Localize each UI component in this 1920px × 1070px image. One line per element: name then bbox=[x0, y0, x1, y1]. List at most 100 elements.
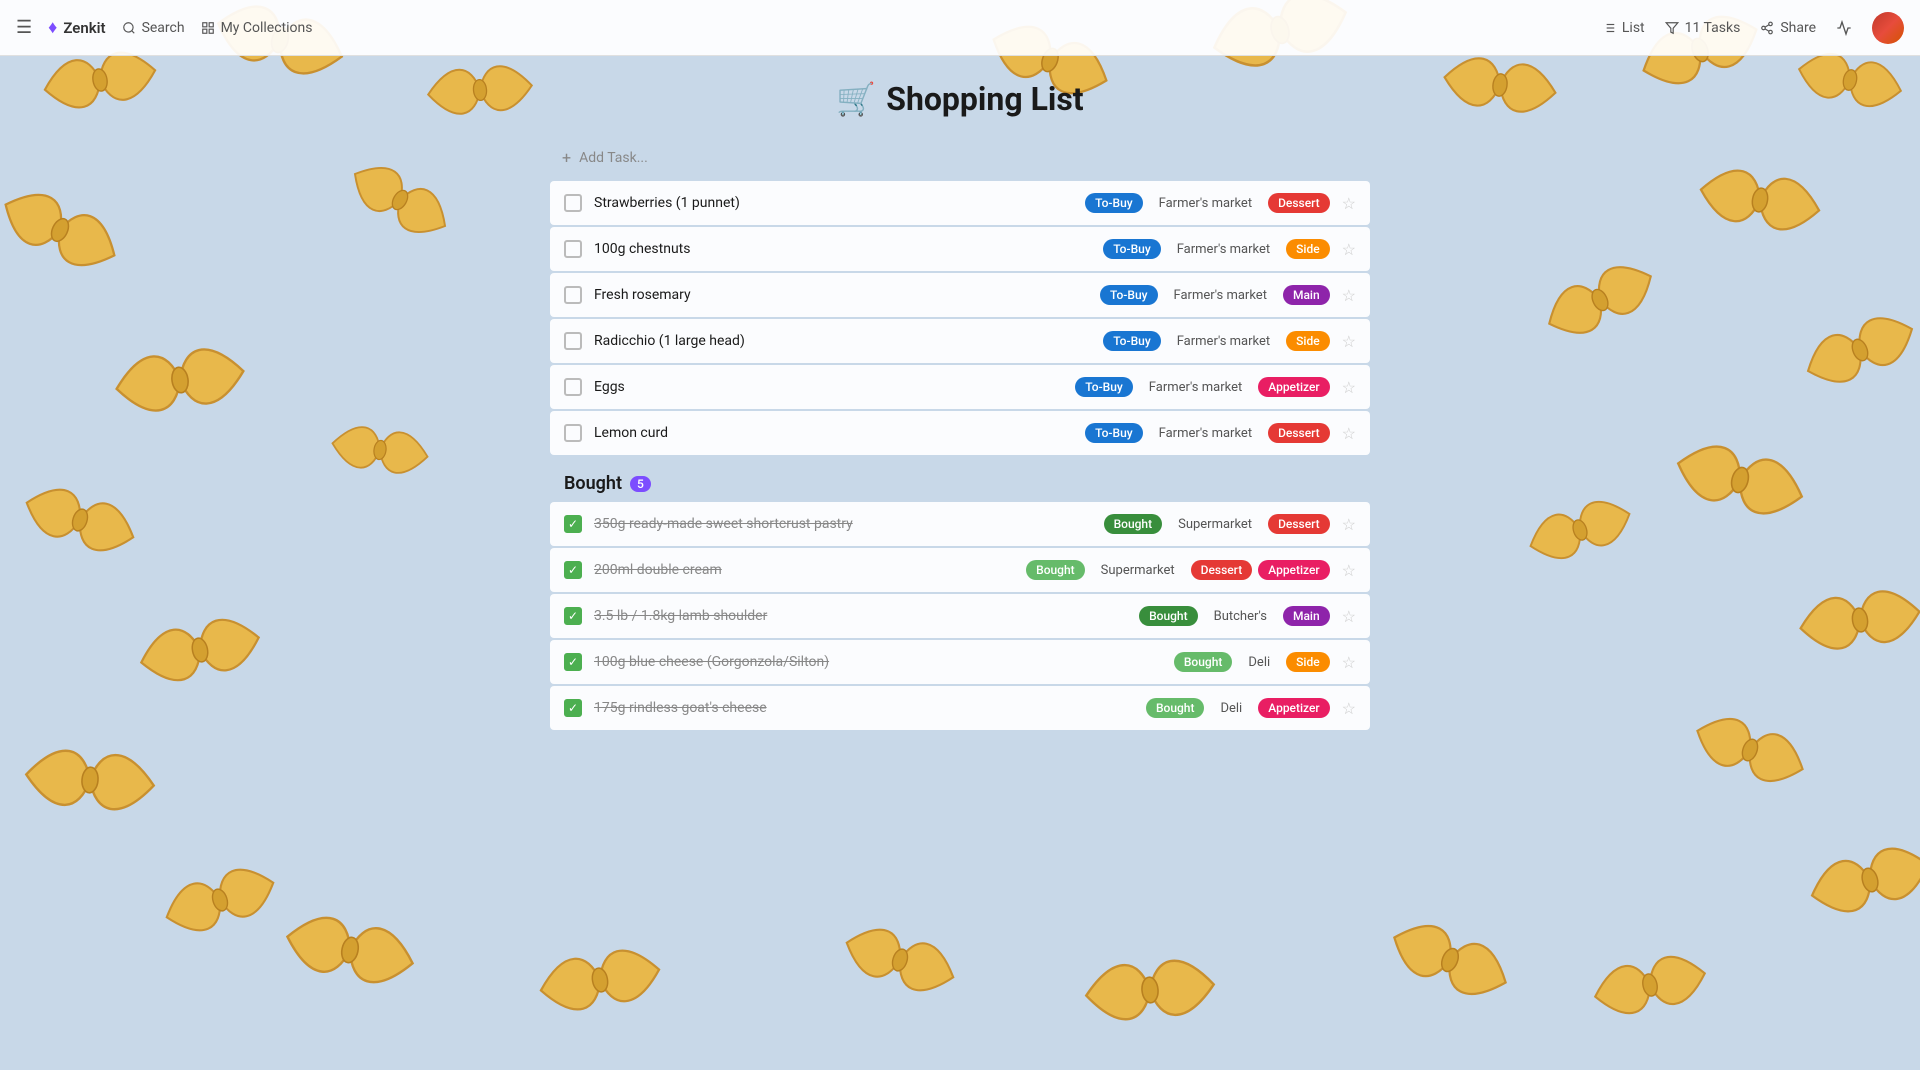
task-tags: Bought Deli Side ☆ bbox=[1174, 652, 1356, 673]
star-icon[interactable]: ☆ bbox=[1342, 653, 1356, 672]
collections-nav-item[interactable]: My Collections bbox=[201, 20, 313, 36]
task-tags: Bought Supermarket Dessert Appetizer ☆ bbox=[1026, 560, 1356, 581]
task-row: ✓ 100g blue cheese (Gorgonzola/Silton) B… bbox=[550, 640, 1370, 684]
location-tag: Supermarket bbox=[1168, 514, 1262, 535]
brand-logo[interactable]: ♦ Zenkit bbox=[48, 17, 105, 38]
page-title-text: Shopping List bbox=[886, 80, 1083, 118]
star-icon[interactable]: ☆ bbox=[1342, 424, 1356, 443]
category-tag[interactable]: Side bbox=[1286, 331, 1330, 351]
location-tag: Farmer's market bbox=[1149, 423, 1262, 444]
add-task-row[interactable]: + Add Task... bbox=[550, 138, 1370, 177]
status-tag[interactable]: To-Buy bbox=[1085, 423, 1143, 443]
task-checkbox[interactable] bbox=[564, 286, 582, 304]
gem-icon: ♦ bbox=[48, 17, 57, 38]
category-tag[interactable]: Dessert bbox=[1268, 193, 1330, 213]
task-checkbox[interactable] bbox=[564, 378, 582, 396]
task-tags: To-Buy Farmer's market Dessert ☆ bbox=[1085, 193, 1356, 214]
task-checkbox[interactable]: ✓ bbox=[564, 607, 582, 625]
bought-section-header: Bought 5 bbox=[550, 457, 1370, 502]
category-tag[interactable]: Dessert bbox=[1268, 514, 1330, 534]
task-row: ✓ 200ml double cream Bought Supermarket … bbox=[550, 548, 1370, 592]
brand-name: Zenkit bbox=[63, 19, 105, 37]
task-name: 175g rindless goat's cheese bbox=[594, 700, 1146, 716]
activity-item[interactable] bbox=[1836, 20, 1852, 36]
location-tag: Farmer's market bbox=[1167, 239, 1280, 260]
category-tag[interactable]: Main bbox=[1283, 606, 1330, 626]
star-icon[interactable]: ☆ bbox=[1342, 699, 1356, 718]
location-tag: Deli bbox=[1210, 698, 1252, 719]
location-tag: Farmer's market bbox=[1167, 331, 1280, 352]
task-checkbox[interactable] bbox=[564, 240, 582, 258]
task-tags: Bought Butcher's Main ☆ bbox=[1139, 606, 1356, 627]
status-tag[interactable]: Bought bbox=[1174, 652, 1233, 672]
task-name: 3.5 lb / 1.8kg lamb shoulder bbox=[594, 608, 1139, 624]
star-icon[interactable]: ☆ bbox=[1342, 194, 1356, 213]
location-tag: Farmer's market bbox=[1164, 285, 1277, 306]
status-tag[interactable]: Bought bbox=[1104, 514, 1163, 534]
hamburger-menu[interactable]: ☰ bbox=[16, 17, 32, 38]
extra-category-tag[interactable]: Dessert bbox=[1191, 560, 1253, 580]
share-label: Share bbox=[1780, 20, 1816, 36]
task-row: 100g chestnuts To-Buy Farmer's market Si… bbox=[550, 227, 1370, 271]
status-tag[interactable]: Bought bbox=[1146, 698, 1205, 718]
status-tag[interactable]: Bought bbox=[1026, 560, 1085, 580]
task-tags: To-Buy Farmer's market Side ☆ bbox=[1103, 239, 1356, 260]
task-checkbox[interactable]: ✓ bbox=[564, 653, 582, 671]
collections-label: My Collections bbox=[221, 20, 313, 36]
star-icon[interactable]: ☆ bbox=[1342, 286, 1356, 305]
status-tag[interactable]: To-Buy bbox=[1103, 239, 1161, 259]
location-tag: Farmer's market bbox=[1139, 377, 1252, 398]
star-icon[interactable]: ☆ bbox=[1342, 561, 1356, 580]
search-icon bbox=[122, 21, 136, 35]
task-row: Fresh rosemary To-Buy Farmer's market Ma… bbox=[550, 273, 1370, 317]
cart-icon: 🛒 bbox=[836, 80, 876, 118]
filter-item[interactable]: 11 Tasks bbox=[1665, 20, 1741, 36]
category-tag[interactable]: Appetizer bbox=[1258, 560, 1329, 580]
avatar[interactable] bbox=[1872, 12, 1904, 44]
task-name: 350g ready-made sweet shortcrust pastry bbox=[594, 516, 1104, 532]
task-name: Radicchio (1 large head) bbox=[594, 333, 1103, 349]
status-tag[interactable]: To-Buy bbox=[1085, 193, 1143, 213]
status-tag[interactable]: To-Buy bbox=[1075, 377, 1133, 397]
task-row: ✓ 175g rindless goat's cheese Bought Del… bbox=[550, 686, 1370, 730]
star-icon[interactable]: ☆ bbox=[1342, 240, 1356, 259]
share-icon bbox=[1760, 21, 1774, 35]
star-icon[interactable]: ☆ bbox=[1342, 378, 1356, 397]
status-tag[interactable]: Bought bbox=[1139, 606, 1198, 626]
share-item[interactable]: Share bbox=[1760, 20, 1816, 36]
task-checkbox[interactable]: ✓ bbox=[564, 699, 582, 717]
status-tag[interactable]: To-Buy bbox=[1103, 331, 1161, 351]
category-tag[interactable]: Side bbox=[1286, 239, 1330, 259]
list-view-item[interactable]: List bbox=[1602, 20, 1645, 36]
category-tag[interactable]: Appetizer bbox=[1258, 698, 1329, 718]
task-checkbox[interactable] bbox=[564, 332, 582, 350]
search-nav-item[interactable]: Search bbox=[122, 20, 185, 36]
category-tag[interactable]: Side bbox=[1286, 652, 1330, 672]
task-checkbox[interactable]: ✓ bbox=[564, 515, 582, 533]
task-checkbox[interactable] bbox=[564, 194, 582, 212]
task-row: Strawberries (1 punnet) To-Buy Farmer's … bbox=[550, 181, 1370, 225]
category-tag[interactable]: Main bbox=[1283, 285, 1330, 305]
activity-icon bbox=[1836, 20, 1852, 36]
bought-count: 5 bbox=[630, 476, 651, 492]
task-tags: To-Buy Farmer's market Appetizer ☆ bbox=[1075, 377, 1356, 398]
star-icon[interactable]: ☆ bbox=[1342, 332, 1356, 351]
star-icon[interactable]: ☆ bbox=[1342, 607, 1356, 626]
task-name: Eggs bbox=[594, 379, 1075, 395]
task-name: Fresh rosemary bbox=[594, 287, 1100, 303]
task-tags: Bought Deli Appetizer ☆ bbox=[1146, 698, 1356, 719]
star-icon[interactable]: ☆ bbox=[1342, 515, 1356, 534]
task-checkbox[interactable] bbox=[564, 424, 582, 442]
add-task-label: Add Task... bbox=[579, 150, 648, 166]
task-tags: To-Buy Farmer's market Main ☆ bbox=[1100, 285, 1356, 306]
location-tag: Deli bbox=[1238, 652, 1280, 673]
category-tag[interactable]: Dessert bbox=[1268, 423, 1330, 443]
task-tags: To-Buy Farmer's market Side ☆ bbox=[1103, 331, 1356, 352]
category-tag[interactable]: Appetizer bbox=[1258, 377, 1329, 397]
location-tag: Farmer's market bbox=[1149, 193, 1262, 214]
task-row: ✓ 3.5 lb / 1.8kg lamb shoulder Bought Bu… bbox=[550, 594, 1370, 638]
status-tag[interactable]: To-Buy bbox=[1100, 285, 1158, 305]
task-checkbox[interactable]: ✓ bbox=[564, 561, 582, 579]
main-content: 🛒 Shopping List + Add Task... Strawberri… bbox=[0, 56, 1920, 732]
search-label: Search bbox=[142, 20, 185, 36]
